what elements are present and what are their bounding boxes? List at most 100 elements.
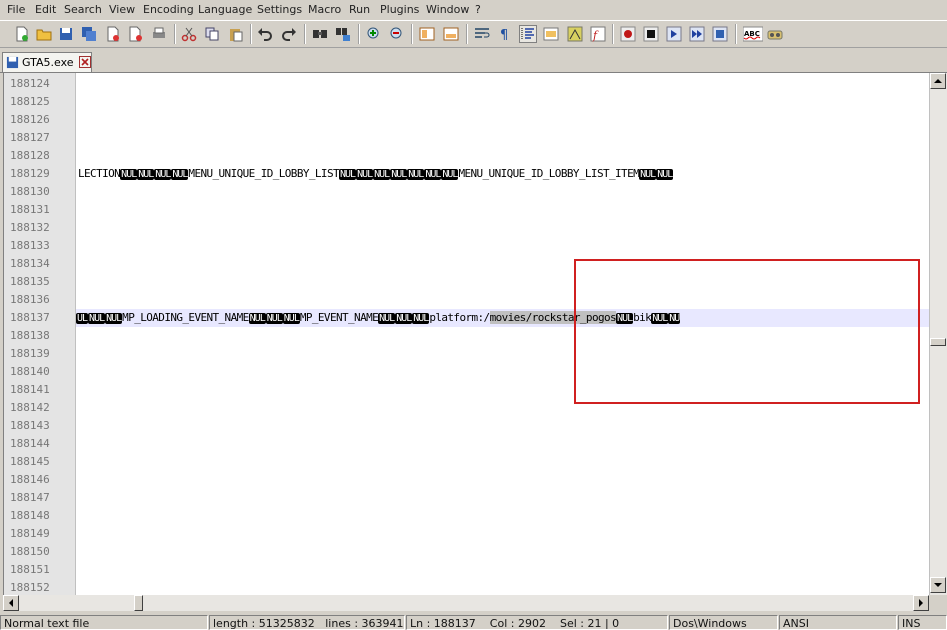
sync-vertical-icon[interactable] [418, 25, 436, 43]
sync-horizontal-icon[interactable] [442, 25, 460, 43]
function-list-icon[interactable]: f [589, 25, 607, 43]
highlight-annotation-box [574, 259, 920, 404]
menu-edit[interactable]: Edit [35, 3, 56, 16]
nul-char: NUL [390, 169, 407, 180]
cut-icon[interactable] [180, 25, 198, 43]
close-tab-icon[interactable] [79, 56, 91, 68]
doc-map-icon[interactable] [566, 25, 584, 43]
nul-char: NUL [378, 313, 395, 324]
line-number: 188144 [10, 437, 50, 450]
nul-char: NUL [265, 313, 283, 324]
close-all-icon[interactable] [127, 25, 145, 43]
toolbar-separator [174, 24, 176, 44]
menu-view[interactable]: View [109, 3, 135, 16]
redo-icon[interactable] [280, 25, 298, 43]
find-icon[interactable] [311, 25, 329, 43]
scroll-up-button[interactable] [930, 73, 946, 89]
undo-icon[interactable] [256, 25, 274, 43]
menu-language[interactable]: Language [198, 3, 252, 16]
spell-check-icon[interactable]: ABC [742, 25, 764, 43]
show-all-chars-icon[interactable]: ¶ [496, 25, 514, 43]
horizontal-scrollbar[interactable] [3, 595, 929, 611]
menu-window[interactable]: Window [426, 3, 469, 16]
text-segment: MP_EVENT_NAME [299, 311, 379, 324]
run-macro-multiple-icon[interactable] [688, 25, 706, 43]
zoom-out-icon[interactable] [388, 25, 406, 43]
svg-text:¶: ¶ [500, 28, 508, 42]
nul-char: NUL [424, 169, 441, 180]
menu-run[interactable]: Run [349, 3, 370, 16]
line-number: 188130 [10, 185, 50, 198]
menu-plugins[interactable]: Plugins [380, 3, 419, 16]
scroll-left-button[interactable] [3, 595, 19, 611]
nul-char: NUL [441, 169, 458, 180]
scrollbar-corner [929, 595, 947, 611]
line-number: 188141 [10, 383, 50, 396]
toolbar-separator [612, 24, 614, 44]
nul-char: NUL [656, 169, 673, 180]
code-line-188129: LECTIONNUL NUL NUL NULMENU_UNIQUE_ID_LOBBY_… [78, 165, 673, 183]
line-number: 188145 [10, 455, 50, 468]
line-number: 188152 [10, 581, 50, 594]
line-number: 188131 [10, 203, 50, 216]
line-number: 188151 [10, 563, 50, 576]
open-file-icon[interactable] [35, 25, 53, 43]
horizontal-scroll-thumb[interactable] [134, 595, 143, 611]
paste-icon[interactable] [227, 25, 245, 43]
status-length-lines: length : 51325832 lines : 363941 [209, 615, 405, 630]
menu-encoding[interactable]: Encoding [143, 3, 194, 16]
line-number: 188132 [10, 221, 50, 234]
arrow-left-icon [9, 599, 13, 607]
line-number: 188134 [10, 257, 50, 270]
record-macro-icon[interactable] [619, 25, 637, 43]
status-sel: Sel : 21 | 0 [559, 617, 620, 630]
save-all-icon[interactable] [80, 25, 98, 43]
save-icon[interactable] [57, 25, 75, 43]
status-file-type: Normal text file [0, 615, 208, 630]
replace-icon[interactable] [334, 25, 352, 43]
menu-search[interactable]: Search [64, 3, 102, 16]
tab-strip: GTA5.exe [0, 48, 947, 73]
line-number: 188143 [10, 419, 50, 432]
user-lang-icon[interactable] [542, 25, 560, 43]
print-icon[interactable] [150, 25, 168, 43]
zoom-in-icon[interactable] [365, 25, 383, 43]
play-macro-icon[interactable] [665, 25, 683, 43]
menu-settings[interactable]: Settings [257, 3, 302, 16]
vertical-scroll-thumb[interactable] [930, 338, 946, 346]
tab-label: GTA5.exe [22, 56, 74, 69]
spell-check-options-icon[interactable] [766, 25, 784, 43]
nul-char: NUL [412, 313, 429, 324]
line-number: 188133 [10, 239, 50, 252]
tab-gta5-exe[interactable]: GTA5.exe [2, 52, 92, 72]
new-file-icon[interactable] [13, 25, 31, 43]
scroll-right-button[interactable] [913, 595, 929, 611]
save-macro-icon[interactable] [711, 25, 729, 43]
line-number-gutter: 188124 188125 188126 188127 188128 188129 1881… [4, 73, 76, 595]
toolbar-separator [358, 24, 360, 44]
line-number: 188148 [10, 509, 50, 522]
indent-guide-icon[interactable] [519, 25, 537, 43]
nul-char: NUL [395, 313, 412, 324]
line-number: 188142 [10, 401, 50, 414]
nul-char: NUL [282, 313, 300, 324]
line-number: 188150 [10, 545, 50, 558]
copy-icon[interactable] [203, 25, 221, 43]
close-icon[interactable] [104, 25, 122, 43]
toolbar-separator [411, 24, 413, 44]
status-bar: Normal text file length : 51325832 lines… [0, 614, 947, 630]
scroll-down-button[interactable] [930, 577, 946, 593]
menu-macro[interactable]: Macro [308, 3, 341, 16]
toolbar-separator [250, 24, 252, 44]
text-segment: MP_LOADING_EVENT_NAME [122, 311, 249, 324]
menu-help[interactable]: ? [475, 3, 481, 16]
stop-record-icon[interactable] [642, 25, 660, 43]
text-segment: LECTION [78, 167, 121, 180]
menu-file[interactable]: File [7, 3, 25, 16]
vertical-scrollbar[interactable] [929, 73, 947, 595]
nul-char: NUL [120, 169, 137, 180]
line-number: 188129 [10, 167, 50, 180]
line-number: 188138 [10, 329, 50, 342]
word-wrap-icon[interactable] [473, 25, 491, 43]
nul-char: NUL [248, 313, 266, 324]
